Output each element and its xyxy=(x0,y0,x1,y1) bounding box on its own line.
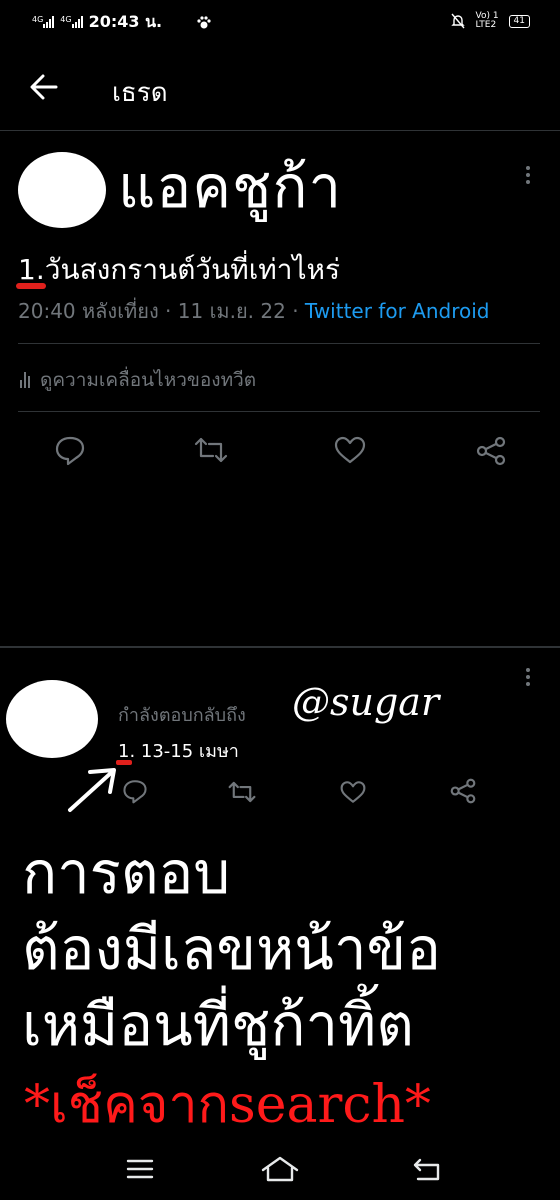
activity-icon xyxy=(20,372,30,388)
reply-icon[interactable] xyxy=(54,434,86,466)
network-2: 4G xyxy=(60,13,83,32)
annotation-line-4: *เช็คจากsearch* xyxy=(24,1075,431,1135)
back-nav-icon[interactable] xyxy=(412,1156,442,1182)
home-icon[interactable] xyxy=(260,1154,300,1184)
volte-label: Vo) 1 LTE2 xyxy=(475,11,499,30)
status-right: Vo) 1 LTE2 41 xyxy=(451,12,530,30)
retweet-icon[interactable] xyxy=(194,436,228,464)
signal-icon xyxy=(43,16,55,28)
reply-text: 1. 13-15 เมษา xyxy=(118,741,239,762)
reply-avatar[interactable] xyxy=(6,680,98,758)
handwritten-display-name: แอคชูก้า xyxy=(118,153,343,221)
page-title: เธรด xyxy=(112,78,168,108)
app-header: เธรด xyxy=(0,44,560,131)
system-nav-bar xyxy=(0,1140,560,1200)
handdrawn-arrow-icon xyxy=(68,768,116,812)
handwritten-username[interactable]: @sugar xyxy=(292,680,439,724)
paw-icon xyxy=(197,15,211,28)
status-left: 4G 4G 20:43 น. xyxy=(32,10,212,35)
network-1: 4G xyxy=(32,13,55,32)
tweet-source-link[interactable]: Twitter for Android xyxy=(305,299,490,323)
tweet-timestamp: 20:40 หลังเที่ยง · 11 เม.ย. 22 · xyxy=(18,299,305,323)
divider xyxy=(18,411,540,412)
annotation-line-3: เหมือนที่ชูก้าทิ้ต xyxy=(22,991,414,1059)
reply-icon[interactable] xyxy=(122,778,148,804)
red-underline-mark xyxy=(16,283,46,289)
menu-icon[interactable] xyxy=(126,1158,154,1180)
like-icon[interactable] xyxy=(334,436,366,464)
tweet-activity-label: ดูความเคลื่อนไหวของทวีต xyxy=(40,369,257,391)
retweet-icon[interactable] xyxy=(228,780,256,804)
signal-icon xyxy=(71,16,83,28)
avatar[interactable] xyxy=(18,152,106,228)
divider xyxy=(18,343,540,344)
more-options-icon[interactable] xyxy=(526,166,530,184)
status-time: 20:43 น. xyxy=(88,12,163,31)
mute-bell-icon xyxy=(451,13,466,29)
like-icon[interactable] xyxy=(340,780,366,804)
back-arrow-icon[interactable] xyxy=(30,74,58,100)
tweet-meta: 20:40 หลังเที่ยง · 11 เม.ย. 22 · Twitter… xyxy=(18,295,490,327)
tweet-text: 1.วันสงกรานต์วันที่เท่าไหร่ xyxy=(18,253,341,286)
share-icon[interactable] xyxy=(450,778,476,804)
replying-to-label: กำลังตอบกลับถึง xyxy=(118,705,246,726)
share-icon[interactable] xyxy=(476,436,506,466)
section-divider xyxy=(0,646,560,648)
tweet-activity-link[interactable]: ดูความเคลื่อนไหวของทวีต xyxy=(20,365,256,395)
status-bar: 4G 4G 20:43 น. Vo) 1 LTE2 41 xyxy=(0,0,560,44)
reply-more-options-icon[interactable] xyxy=(526,668,530,686)
battery-icon: 41 xyxy=(508,14,530,28)
